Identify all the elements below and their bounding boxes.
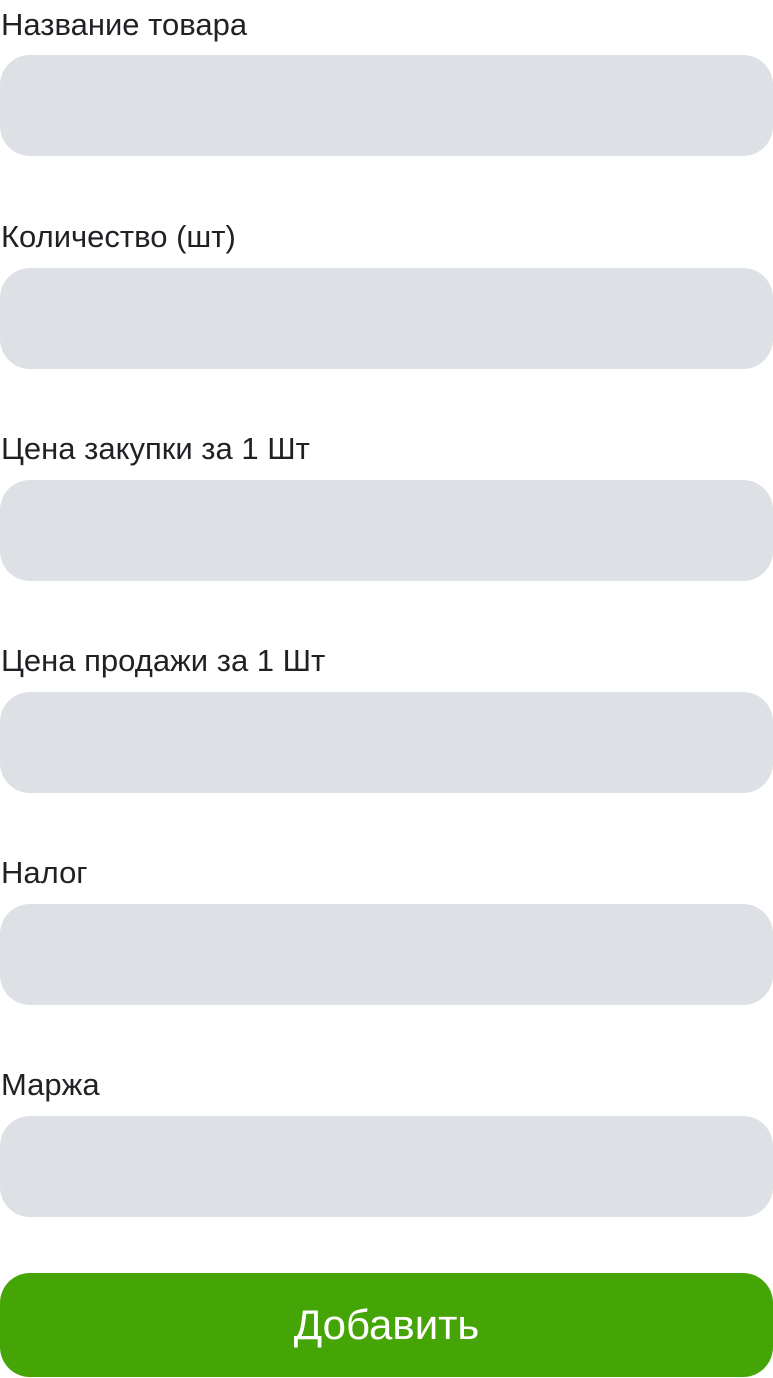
- quantity-input[interactable]: [0, 268, 773, 369]
- tax-label: Налог: [1, 855, 88, 890]
- sale-price-input[interactable]: [0, 692, 773, 793]
- quantity-label: Количество (шт): [1, 219, 236, 254]
- product-name-label: Название товара: [1, 7, 248, 42]
- purchase-price-input[interactable]: [0, 480, 773, 581]
- product-name-input[interactable]: [0, 55, 773, 156]
- purchase-price-label: Цена закупки за 1 Шт: [1, 431, 310, 466]
- tax-input[interactable]: [0, 904, 773, 1005]
- add-button[interactable]: Добавить: [0, 1273, 773, 1377]
- sale-price-label: Цена продажи за 1 Шт: [1, 643, 326, 678]
- margin-input[interactable]: [0, 1116, 773, 1217]
- margin-label: Маржа: [1, 1067, 100, 1102]
